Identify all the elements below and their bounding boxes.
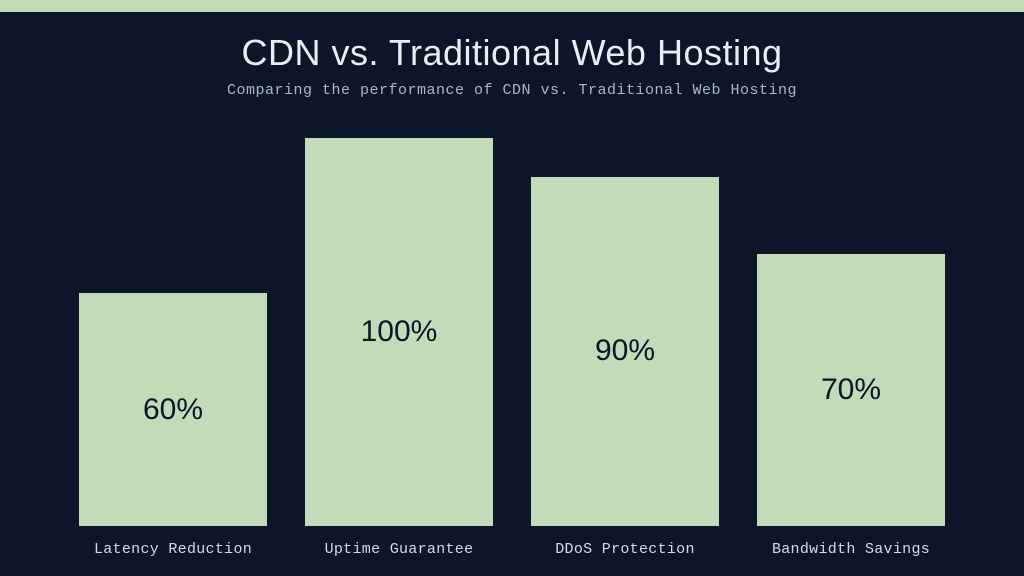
bar-bandwidth-savings: 70% xyxy=(757,254,945,526)
bar-chart: 60% Latency Reduction 100% Uptime Guaran… xyxy=(50,117,974,576)
bar-ddos-protection: 90% xyxy=(531,177,719,526)
bar-value-label: 60% xyxy=(143,393,203,427)
bar-category-label: Latency Reduction xyxy=(94,541,252,558)
accent-strip xyxy=(0,0,1024,12)
bar-category-label: DDoS Protection xyxy=(555,541,695,558)
page-subtitle: Comparing the performance of CDN vs. Tra… xyxy=(50,82,974,99)
chart-container: CDN vs. Traditional Web Hosting Comparin… xyxy=(0,12,1024,576)
bar-group: 90% DDoS Protection xyxy=(525,177,725,576)
bar-category-label: Uptime Guarantee xyxy=(325,541,474,558)
bar-group: 70% Bandwidth Savings xyxy=(751,254,951,576)
bar-group: 100% Uptime Guarantee xyxy=(299,138,499,576)
bar-group: 60% Latency Reduction xyxy=(73,293,273,576)
bar-category-label: Bandwidth Savings xyxy=(772,541,930,558)
bar-value-label: 100% xyxy=(361,315,438,349)
bar-latency-reduction: 60% xyxy=(79,293,267,526)
bar-uptime-guarantee: 100% xyxy=(305,138,493,526)
page-title: CDN vs. Traditional Web Hosting xyxy=(50,32,974,74)
bar-value-label: 70% xyxy=(821,373,881,407)
bar-value-label: 90% xyxy=(595,334,655,368)
